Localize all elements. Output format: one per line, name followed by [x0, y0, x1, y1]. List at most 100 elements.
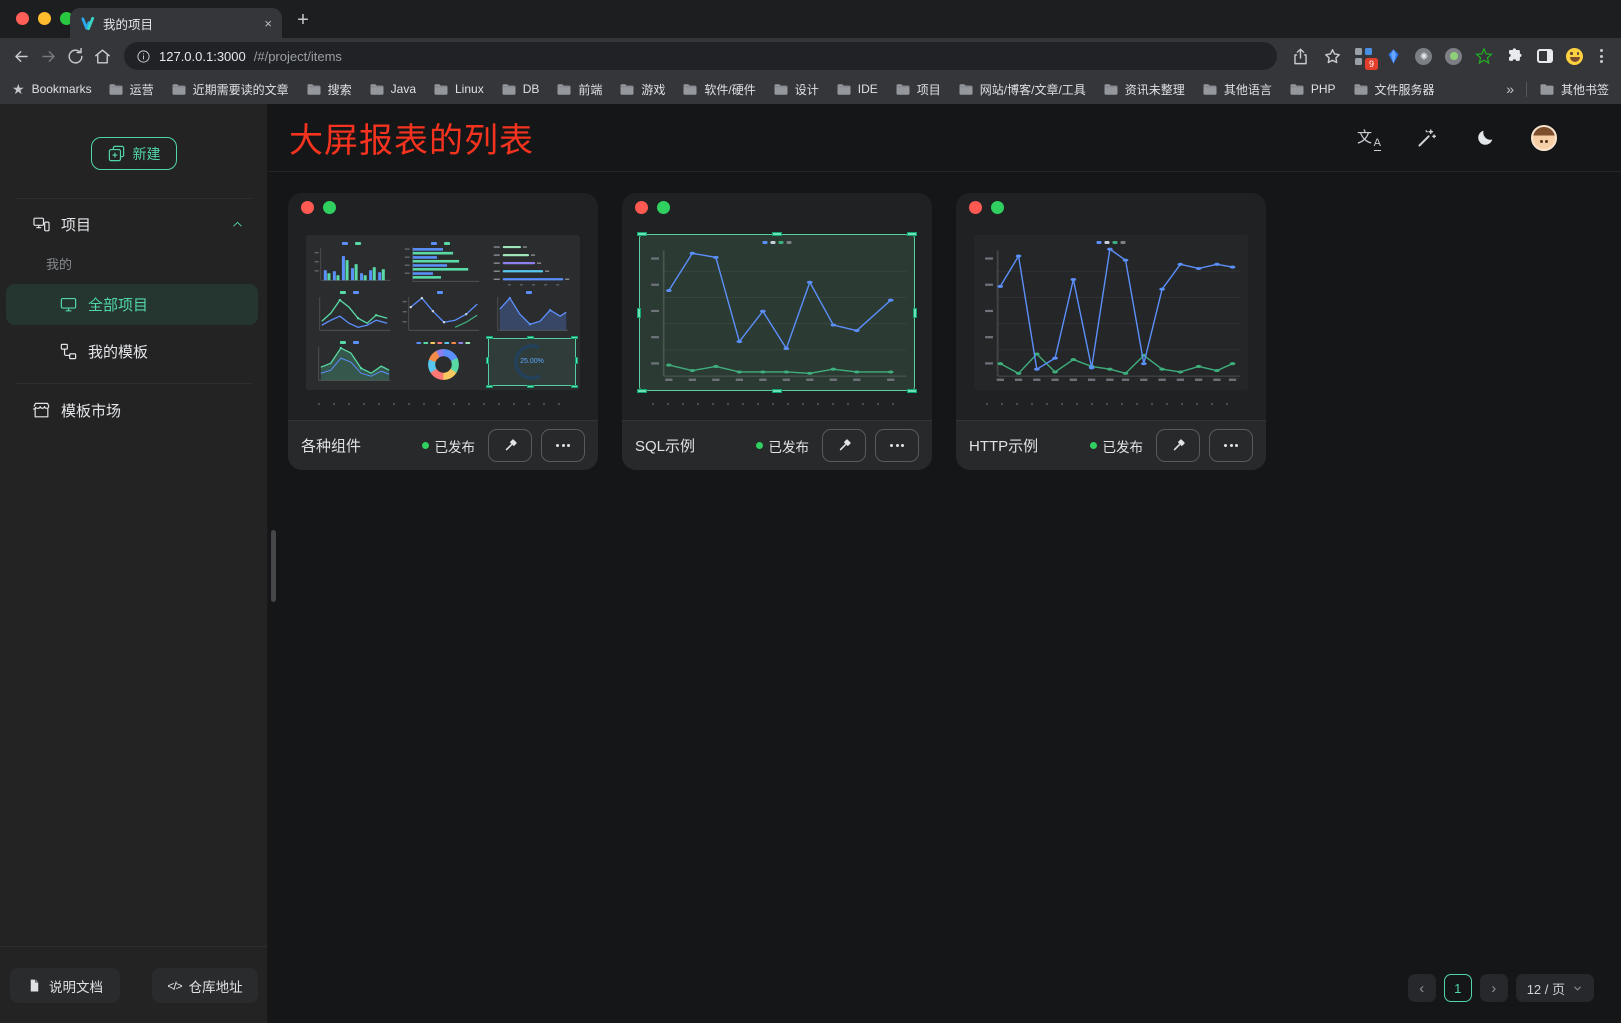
- more-actions-button[interactable]: [541, 429, 585, 462]
- window-controls: [16, 12, 73, 25]
- bookmark-folder[interactable]: IDE: [836, 82, 878, 96]
- forward-button[interactable]: [35, 43, 62, 70]
- dark-mode-moon-icon[interactable]: [1473, 126, 1497, 150]
- folder-icon: [958, 83, 974, 96]
- other-bookmarks-folder[interactable]: 其他书签: [1539, 81, 1609, 98]
- extension-icon-command[interactable]: [1415, 48, 1432, 65]
- extension-icon-green-star[interactable]: [1475, 47, 1493, 65]
- extension-icon-record[interactable]: [1445, 48, 1462, 65]
- tab-close-icon[interactable]: ×: [264, 17, 272, 30]
- bookmark-folder[interactable]: 设计: [773, 81, 819, 98]
- donut-ring: [428, 349, 459, 380]
- more-actions-button[interactable]: [1209, 429, 1253, 462]
- project-card: 25.00% 各种组件 已发布: [288, 193, 598, 470]
- bookmark-folder[interactable]: 运营: [108, 81, 154, 98]
- bookmark-folder[interactable]: Java: [369, 82, 416, 96]
- bookmark-star-icon[interactable]: [1323, 47, 1342, 66]
- repository-button[interactable]: </> 仓库地址: [152, 968, 258, 1003]
- url-host: 127.0.0.1:3000: [159, 49, 246, 64]
- folder-icon: [501, 83, 517, 96]
- bookmark-folder[interactable]: 游戏: [619, 81, 665, 98]
- edit-project-button[interactable]: [822, 429, 866, 462]
- card-red-dot: [969, 201, 982, 214]
- bookmark-folder[interactable]: PHP: [1289, 82, 1336, 96]
- magic-wand-icon[interactable]: [1415, 126, 1439, 150]
- docs-button[interactable]: 说明文档: [10, 968, 120, 1003]
- bookmark-folder[interactable]: 前端: [556, 81, 602, 98]
- folder-icon: [108, 83, 124, 96]
- browser-menu-icon[interactable]: [1596, 49, 1607, 63]
- bookmark-folder[interactable]: Linux: [433, 82, 484, 96]
- language-icon[interactable]: 文A: [1357, 126, 1381, 150]
- side-panel-icon[interactable]: [1537, 49, 1553, 63]
- extensions-puzzle-icon[interactable]: [1506, 47, 1524, 65]
- toolbar-actions: 9: [1285, 47, 1613, 66]
- bookmark-folder[interactable]: DB: [501, 82, 540, 96]
- extension-icon-grid-badge[interactable]: 9: [1355, 48, 1372, 65]
- site-info-icon[interactable]: [136, 49, 151, 64]
- home-button[interactable]: [89, 43, 116, 70]
- chart-legend: [763, 241, 792, 244]
- bookmark-folder[interactable]: 其他语言: [1202, 81, 1272, 98]
- code-icon: </>: [167, 979, 181, 993]
- status-dot: [756, 442, 763, 449]
- page-size-select[interactable]: 12 / 页: [1516, 974, 1594, 1002]
- folder-icon: [556, 83, 572, 96]
- mini-gauge-selected[interactable]: 25.00%: [489, 339, 575, 385]
- bookmark-folder[interactable]: 软件/硬件: [682, 81, 755, 98]
- bookmark-folder[interactable]: 搜索: [306, 81, 352, 98]
- folder-icon: [1289, 83, 1305, 96]
- chevron-up-icon[interactable]: [230, 217, 245, 232]
- close-window-button[interactable]: [16, 12, 29, 25]
- tab-title: 我的项目: [103, 14, 256, 33]
- bookmark-folder[interactable]: 文件服务器: [1353, 81, 1435, 98]
- share-icon[interactable]: [1291, 47, 1310, 66]
- reload-button[interactable]: [62, 43, 89, 70]
- monitor-icon: [59, 295, 78, 314]
- sidebar-item-template-market[interactable]: 模板市场: [0, 390, 267, 430]
- status-dot: [1090, 442, 1097, 449]
- bookmarks-overflow-chevron[interactable]: »: [1506, 81, 1514, 97]
- bookmarks-root[interactable]: ★ Bookmarks: [12, 81, 92, 98]
- scrollbar-thumb[interactable]: [271, 530, 276, 602]
- folder-icon: [895, 83, 911, 96]
- address-bar[interactable]: 127.0.0.1:3000/#/project/items: [124, 42, 1277, 70]
- back-button[interactable]: [8, 43, 35, 70]
- project-thumbnail[interactable]: [974, 235, 1248, 390]
- bookmark-folder[interactable]: 资讯未整理: [1103, 81, 1185, 98]
- project-thumbnail[interactable]: 25.00%: [306, 235, 580, 390]
- extension-icon-emoji[interactable]: [1566, 48, 1583, 65]
- sidebar-item-my-templates[interactable]: 我的模板: [0, 331, 267, 371]
- next-page-button[interactable]: ›: [1480, 974, 1508, 1002]
- bookmark-folder[interactable]: 近期需要读的文章: [171, 81, 289, 98]
- edit-project-button[interactable]: [1156, 429, 1200, 462]
- bookmarks-label: Bookmarks: [32, 82, 92, 96]
- site-favicon: [80, 16, 95, 31]
- current-page[interactable]: 1: [1444, 974, 1472, 1002]
- project-card-list: 25.00% 各种组件 已发布: [269, 172, 1621, 470]
- prev-page-button[interactable]: ‹: [1408, 974, 1436, 1002]
- more-icon: [890, 444, 904, 447]
- extension-icon-gem[interactable]: [1385, 48, 1402, 65]
- sidebar-section-project[interactable]: 项目: [0, 201, 267, 247]
- sidebar-item-all-projects[interactable]: 全部项目: [6, 284, 258, 325]
- gauge-value: 25.00%: [489, 358, 575, 365]
- edit-project-button[interactable]: [488, 429, 532, 462]
- new-tab-button[interactable]: +: [290, 7, 316, 33]
- minimize-window-button[interactable]: [38, 12, 51, 25]
- folder-icon: [306, 83, 322, 96]
- main-content: 大屏报表的列表 文A: [269, 104, 1621, 1023]
- page-header: 大屏报表的列表 文A: [269, 104, 1621, 172]
- project-thumbnail-selected[interactable]: [640, 235, 914, 390]
- browser-tab[interactable]: 我的项目 ×: [70, 8, 282, 38]
- create-project-button[interactable]: 新建: [91, 137, 177, 170]
- card-green-dot: [991, 201, 1004, 214]
- user-avatar[interactable]: [1531, 125, 1557, 151]
- mini-line-chart: [400, 289, 486, 335]
- bookmark-folder[interactable]: 网站/博客/文章/工具: [958, 81, 1086, 98]
- more-actions-button[interactable]: [875, 429, 919, 462]
- sidebar-divider: [16, 383, 251, 384]
- project-card: SQL示例 已发布: [622, 193, 932, 470]
- bookmark-folder[interactable]: 项目: [895, 81, 941, 98]
- chevron-down-icon: [1572, 983, 1583, 994]
